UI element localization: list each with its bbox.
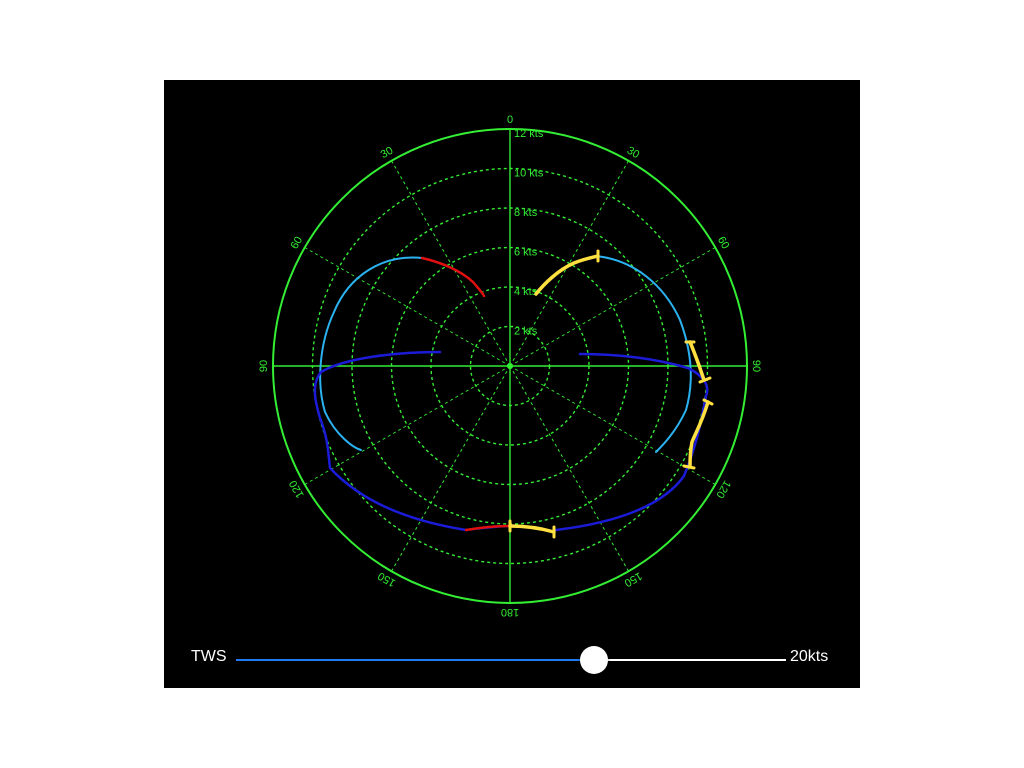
ring-label: 4 kts bbox=[514, 286, 538, 298]
ring-label: 12 kts bbox=[514, 128, 544, 140]
tws-slider-row: TWS 20kts bbox=[164, 640, 860, 676]
tws-slider-thumb[interactable] bbox=[579, 646, 608, 674]
yellow-end-tick bbox=[682, 464, 696, 470]
angle-label: 60 bbox=[715, 235, 732, 252]
polar-chart: 2 kts 4 kts 6 kts 8 kts 10 kts 12 kts0 30 60 90 1… bbox=[258, 114, 762, 618]
curve-yellow-upper-right bbox=[534, 254, 600, 296]
curve-red-bottom bbox=[464, 524, 512, 532]
ring-label: 10 kts bbox=[514, 168, 544, 180]
polar-spoke-60 bbox=[509, 247, 716, 367]
tws-value-label: 20kts bbox=[790, 648, 829, 665]
curve-red-upper-left bbox=[420, 256, 486, 298]
chart-center-dot bbox=[507, 363, 513, 369]
tws-slider-fill bbox=[236, 659, 594, 661]
angle-label: 30 bbox=[625, 145, 642, 162]
ring-label: 8 kts bbox=[514, 207, 538, 219]
angle-label: 30 bbox=[379, 145, 396, 162]
angle-label: 60 bbox=[289, 235, 306, 252]
angle-label: 180 bbox=[501, 606, 519, 618]
angle-label: 0 bbox=[507, 114, 513, 126]
angle-label: 90 bbox=[750, 360, 762, 372]
polar-spoke-240 bbox=[304, 365, 511, 485]
curve-dark-blue-right bbox=[554, 352, 709, 532]
angle-label: 90 bbox=[258, 360, 270, 372]
polar-spoke-330 bbox=[391, 160, 511, 367]
tws-slider-track[interactable] bbox=[236, 646, 786, 674]
ring-label: 6 kts bbox=[514, 247, 538, 259]
polar-spoke-150 bbox=[509, 365, 629, 572]
polar-chart-panel: 2 kts 4 kts 6 kts 8 kts 10 kts 12 kts 0 30 60 90 1… bbox=[164, 80, 860, 688]
curve-yellow-bottom bbox=[508, 524, 556, 534]
ring-label: 2 kts bbox=[514, 326, 538, 338]
tws-label: TWS bbox=[191, 648, 227, 665]
curve-dark-blue-left bbox=[313, 350, 468, 532]
